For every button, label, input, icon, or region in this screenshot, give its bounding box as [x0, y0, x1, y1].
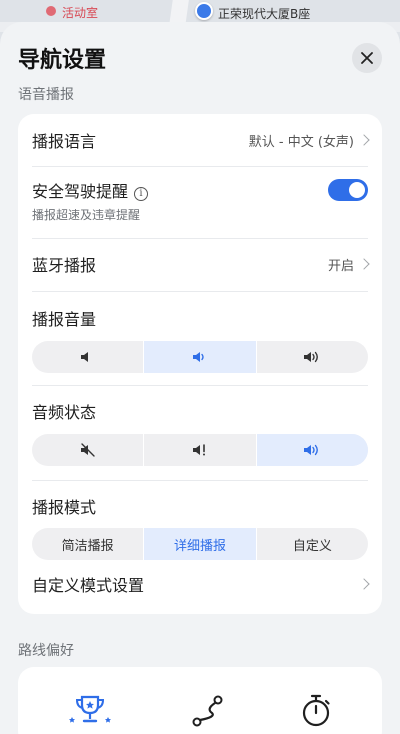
stopwatch-icon [302, 694, 330, 727]
volume-low-icon [80, 352, 88, 362]
audio-on-option[interactable] [256, 434, 368, 466]
safe-driving-label: 安全驾驶提醒 [32, 182, 129, 201]
volume-low-option[interactable] [32, 341, 145, 373]
divider [32, 291, 368, 292]
divider [32, 166, 368, 167]
mode-option-concise[interactable]: 简洁播报 [32, 528, 145, 560]
safe-driving-row: 安全驾驶提醒 i [32, 178, 368, 202]
volume-medium-icon [192, 352, 204, 362]
route-option-fastest[interactable] [298, 693, 334, 729]
info-icon[interactable]: i [134, 187, 149, 201]
close-button[interactable] [352, 43, 382, 73]
bluetooth-broadcast-label: 蓝牙播报 [32, 256, 97, 275]
divider [32, 480, 368, 481]
volume-row: 播报音量 [32, 306, 368, 330]
safe-driving-toggle[interactable] [328, 179, 368, 201]
navigation-settings-sheet: 导航设置 语音播报 播报语言 默认 - 中文 (女声) 安全驾驶提醒 i 播报超速… [0, 22, 400, 734]
volume-high-icon [304, 351, 319, 363]
bluetooth-broadcast-row[interactable]: 蓝牙播报 开启 [32, 252, 370, 276]
broadcast-language-value: 默认 - 中文 (女声) [248, 134, 354, 150]
volume-medium-option[interactable] [144, 341, 257, 373]
broadcast-language-label: 播报语言 [32, 132, 97, 151]
custom-mode-settings-row[interactable]: 自定义模式设置 [32, 572, 370, 596]
broadcast-mode-row: 播报模式 [32, 494, 368, 518]
audio-state-row: 音频状态 [32, 399, 368, 423]
volume-high-option[interactable] [257, 341, 368, 373]
mode-option-custom[interactable]: 自定义 [257, 528, 368, 560]
chevron-right-icon [358, 258, 370, 270]
volume-high-icon [304, 444, 319, 456]
section-label-voice: 语音播报 [18, 87, 74, 103]
audio-state-label: 音频状态 [32, 403, 97, 422]
broadcast-mode-segmented-control: 简洁播报 详细播报 自定义 [32, 528, 368, 560]
audio-state-segmented-control [32, 434, 368, 466]
voice-settings-card: 播报语言 默认 - 中文 (女声) 安全驾驶提醒 i 播报超速及违章提醒 蓝牙播报… [18, 114, 382, 614]
trophy-icon [69, 695, 111, 723]
route-preference-card [18, 667, 382, 734]
map-poi-label: 活动室 [62, 6, 99, 20]
route-icon [192, 695, 223, 727]
close-icon [361, 52, 373, 64]
chevron-right-icon [358, 134, 370, 146]
toggle-knob [349, 182, 365, 198]
broadcast-language-row[interactable]: 播报语言 默认 - 中文 (女声) [32, 128, 370, 152]
mute-icon [80, 443, 95, 457]
volume-alert-icon [192, 444, 205, 456]
page-title: 导航设置 [18, 48, 107, 73]
safe-driving-subtitle: 播报超速及违章提醒 [32, 208, 141, 222]
mode-option-detailed[interactable]: 详细播报 [144, 528, 257, 560]
custom-mode-settings-label: 自定义模式设置 [32, 576, 145, 595]
volume-label: 播报音量 [32, 310, 97, 329]
volume-segmented-control [32, 341, 368, 373]
audio-mute-option[interactable] [32, 434, 145, 466]
route-option-recommended[interactable] [66, 693, 114, 729]
section-label-route: 路线偏好 [18, 643, 74, 659]
broadcast-mode-label: 播报模式 [32, 498, 97, 517]
route-option-shortest[interactable] [188, 693, 228, 729]
divider [32, 238, 368, 239]
location-pin-icon [195, 2, 213, 20]
chevron-right-icon [358, 578, 370, 590]
map-poi-label: 正荣现代大厦B座 [218, 7, 311, 21]
bluetooth-broadcast-value: 开启 [327, 258, 354, 274]
divider [32, 385, 368, 386]
audio-alert-option[interactable] [144, 434, 257, 466]
poi-marker-icon [46, 6, 56, 16]
